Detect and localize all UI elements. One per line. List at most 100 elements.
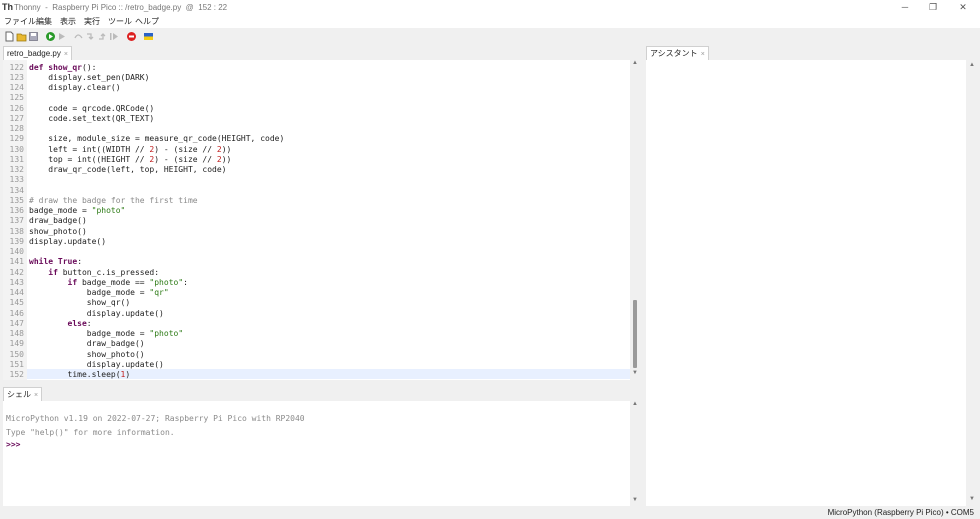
open-folder-icon[interactable] — [16, 31, 27, 42]
assistant-panel — [646, 60, 966, 506]
code-line[interactable]: show_photo() — [29, 227, 87, 237]
assistant-scrollbar[interactable]: ▲ ▼ — [966, 60, 978, 506]
code-line[interactable]: badge_mode = "photo" — [29, 329, 183, 339]
code-line[interactable]: left = int((WIDTH // 2) - (size // 2)) — [29, 145, 231, 155]
menu-bar: ファイル 編集 表示 実行 ツール ヘルプ — [0, 15, 980, 28]
close-shell-tab-icon[interactable]: × — [34, 392, 38, 399]
line-number: 141 — [9, 257, 24, 267]
shell-scroll-down-icon[interactable]: ▼ — [632, 497, 638, 503]
assistant-scroll-down-icon[interactable]: ▼ — [969, 496, 975, 502]
assistant-tab-bar: アシスタント × — [644, 46, 980, 60]
line-number: 122 — [9, 62, 24, 72]
step-over-icon[interactable] — [73, 31, 84, 42]
line-number: 139 — [9, 236, 24, 246]
run-icon[interactable] — [45, 31, 56, 42]
code-line[interactable]: display.set_pen(DARK) — [29, 73, 149, 83]
code-line[interactable]: show_qr() — [29, 298, 130, 308]
thonny-logo-icon: Th — [2, 2, 13, 12]
window-title: Thonny - Raspberry Pi Pico :: /retro_bad… — [14, 3, 228, 12]
toolbar — [0, 28, 980, 46]
menu-run[interactable]: 実行 — [84, 15, 100, 28]
shell-tab[interactable]: シェル × — [3, 387, 43, 401]
assistant-tab-label: アシスタント — [650, 49, 698, 58]
shell-prompt[interactable]: >>> — [6, 440, 20, 450]
menu-tools[interactable]: ツール — [108, 15, 132, 28]
code-line[interactable]: display.update() — [29, 360, 164, 370]
menu-view[interactable]: 表示 — [60, 15, 76, 28]
code-line[interactable]: if badge_mode == "photo": — [29, 278, 188, 288]
interpreter-status[interactable]: MicroPython (Raspberry Pi Pico) • COM5 — [828, 506, 974, 519]
scroll-down-icon[interactable]: ▼ — [632, 370, 638, 376]
code-line[interactable]: show_photo() — [29, 350, 145, 360]
resume-icon[interactable] — [109, 31, 120, 42]
code-line[interactable]: time.sleep(1) — [29, 370, 131, 380]
line-number: 136 — [9, 206, 24, 215]
step-into-icon[interactable] — [85, 31, 96, 42]
code-line[interactable]: display.clear() — [29, 83, 120, 93]
line-number: 150 — [9, 349, 24, 359]
editor-tab-bar: retro_badge.py × — [0, 46, 640, 60]
line-number: 148 — [9, 329, 24, 338]
code-line[interactable]: if button_c.is_pressed: — [29, 268, 159, 278]
shell-scroll-up-icon[interactable]: ▲ — [632, 401, 638, 407]
close-button[interactable]: ✕ — [948, 0, 978, 15]
new-file-icon[interactable] — [4, 31, 15, 42]
line-number: 137 — [9, 216, 24, 226]
menu-edit[interactable]: 編集 — [36, 15, 52, 28]
line-number: 133 — [9, 175, 24, 185]
menu-file[interactable]: ファイル — [4, 15, 36, 28]
line-number: 145 — [9, 298, 24, 308]
maximize-button[interactable]: ❐ — [918, 0, 948, 15]
editor-scrollbar-thumb[interactable] — [633, 300, 637, 368]
line-number: 123 — [9, 72, 24, 82]
line-number: 132 — [9, 165, 24, 174]
shell-banner-line: MicroPython v1.19 on 2022-07-27; Raspber… — [6, 414, 305, 423]
code-line[interactable]: display.update() — [29, 237, 106, 247]
scroll-up-icon[interactable]: ▲ — [632, 60, 638, 66]
editor-tab[interactable]: retro_badge.py × — [3, 46, 72, 60]
line-number: 125 — [9, 93, 24, 103]
code-line[interactable]: # draw the badge for the first time — [29, 196, 198, 206]
line-number: 124 — [9, 83, 24, 92]
code-line[interactable]: draw_badge() — [29, 216, 87, 226]
code-line[interactable]: else: — [29, 319, 92, 329]
step-out-icon[interactable] — [97, 31, 108, 42]
shell-help-line: Type "help()" for more information. — [6, 428, 175, 437]
line-number: 134 — [9, 185, 24, 195]
code-line[interactable]: draw_badge() — [29, 339, 145, 349]
close-tab-icon[interactable]: × — [64, 51, 68, 58]
code-line[interactable]: badge_mode = "photo" — [29, 206, 125, 216]
code-line[interactable]: top = int((HEIGHT // 2) - (size // 2)) — [29, 155, 231, 165]
ukraine-flag-icon[interactable] — [143, 31, 154, 42]
line-number: 130 — [9, 144, 24, 154]
line-number: 144 — [9, 288, 24, 297]
code-line[interactable]: size, module_size = measure_qr_code(HEIG… — [29, 134, 284, 144]
code-line[interactable]: draw_qr_code(left, top, HEIGHT, code) — [29, 165, 226, 175]
close-assistant-tab-icon[interactable]: × — [701, 51, 705, 58]
code-line[interactable]: code = qrcode.QRCode() — [29, 104, 154, 114]
line-number: 146 — [9, 308, 24, 318]
status-bar: MicroPython (Raspberry Pi Pico) • COM5 — [0, 506, 980, 519]
menu-help[interactable]: ヘルプ — [135, 15, 159, 28]
line-number: 151 — [9, 359, 24, 369]
line-number: 127 — [9, 113, 24, 123]
code-line[interactable]: while True: — [29, 257, 82, 267]
line-number: 147 — [9, 318, 24, 328]
stop-icon[interactable] — [126, 31, 137, 42]
line-number: 135 — [9, 195, 24, 205]
line-number: 131 — [9, 154, 24, 164]
code-line[interactable]: display.update() — [29, 309, 164, 319]
minimize-button[interactable]: ─ — [890, 0, 920, 15]
code-line[interactable]: def show_qr(): — [29, 63, 96, 73]
line-number: 128 — [9, 124, 24, 133]
line-number: 140 — [9, 247, 24, 256]
assistant-tab[interactable]: アシスタント × — [646, 46, 709, 60]
line-number: 129 — [9, 134, 24, 144]
shell-scrollbar[interactable]: ▲ ▼ — [630, 401, 640, 506]
debug-icon[interactable] — [57, 31, 68, 42]
save-icon[interactable] — [28, 31, 39, 42]
assistant-scroll-up-icon[interactable]: ▲ — [969, 62, 975, 68]
code-line[interactable]: badge_mode = "qr" — [29, 288, 169, 298]
code-line[interactable]: code.set_text(QR_TEXT) — [29, 114, 154, 124]
shell-tab-bar: シェル × — [0, 387, 640, 401]
